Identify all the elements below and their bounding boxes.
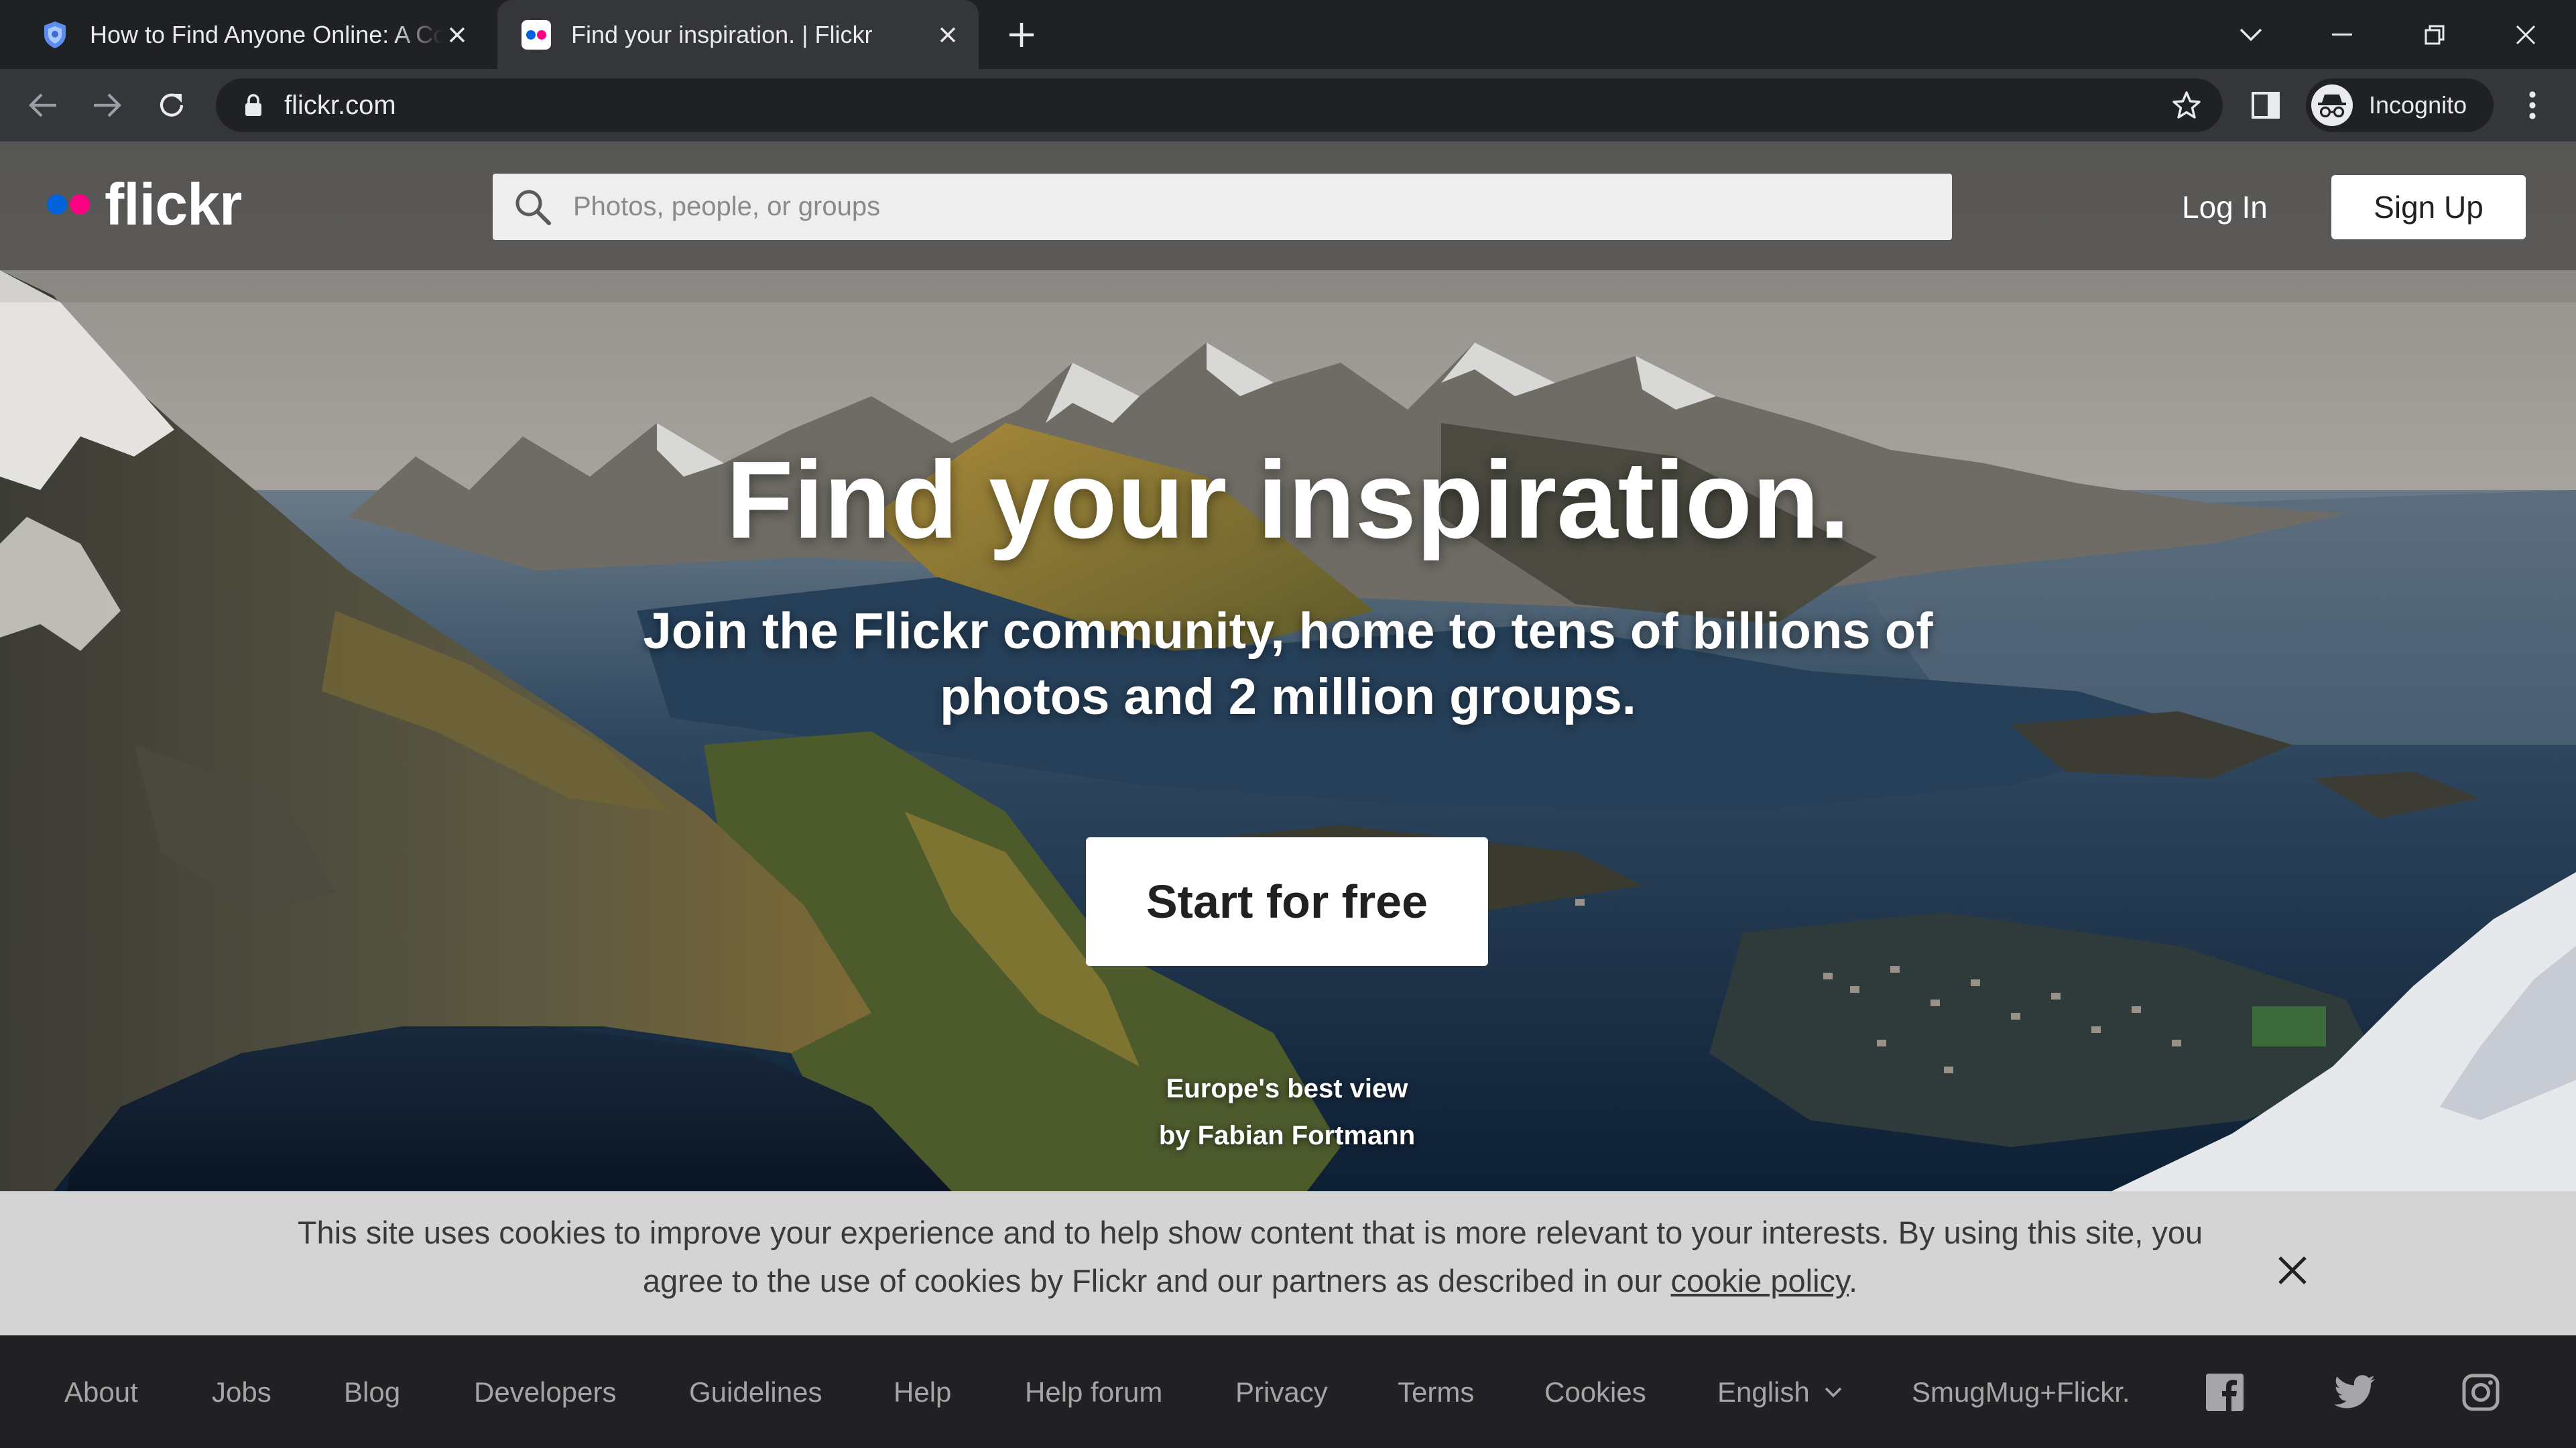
footer-link-about[interactable]: About [64,1374,138,1410]
incognito-icon [2311,84,2353,126]
close-tab-icon[interactable] [933,20,963,50]
tab-search-chevron-icon[interactable] [2229,13,2272,56]
close-window-icon[interactable] [2504,13,2547,56]
browser-tab-strip: How to Find Anyone Online: A Co Find you… [0,0,2576,69]
footer-link-help-forum[interactable]: Help forum [1025,1374,1162,1410]
start-for-free-button[interactable]: Start for free [1086,837,1488,966]
hero-subline-line-2: photos and 2 million groups. [940,668,1636,725]
cookie-policy-link[interactable]: cookie policy [1670,1263,1849,1299]
lock-icon [240,93,267,117]
hero-subline-line-1: Join the Flickr community, home to tens … [643,603,1933,660]
url-text: flickr.com [284,90,396,120]
site-footer: About Jobs Blog Developers Guidelines He… [0,1335,2576,1448]
login-link[interactable]: Log In [2182,186,2268,229]
photo-author[interactable]: by Fabian Fortmann [1005,1112,1569,1159]
address-bar[interactable]: flickr.com [216,78,2223,132]
cookie-text: This site uses cookies to improve your e… [297,1215,2203,1299]
site-header: flickr Log In Sign Up [0,141,2576,270]
signup-button[interactable]: Sign Up [2331,175,2526,239]
close-tab-icon[interactable] [442,20,472,50]
instagram-icon[interactable] [2460,1372,2502,1413]
footer-link-blog[interactable]: Blog [344,1374,400,1410]
shield-icon [40,20,70,50]
flickr-logo[interactable]: flickr [47,171,242,237]
back-arrow-icon[interactable] [23,85,63,125]
footer-link-smugmug[interactable]: SmugMug+Flickr. [1912,1374,2130,1410]
logo-wordmark: flickr [105,171,242,237]
language-label: English [1717,1376,1810,1408]
search-input[interactable] [572,191,1845,223]
footer-link-cookies[interactable]: Cookies [1544,1374,1646,1410]
flickr-dots-icon [522,19,551,50]
forward-arrow-icon[interactable] [87,85,127,125]
hero-section: flickr Log In Sign Up Find your inspirat… [0,141,2576,1191]
search-box[interactable] [493,174,1952,240]
footer-link-help[interactable]: Help [894,1374,951,1410]
close-cookie-banner-icon[interactable] [2272,1250,2313,1290]
tab-title: How to Find Anyone Online: A Co [90,20,442,48]
logo-blue-dot [47,194,67,215]
new-tab-plus-icon[interactable] [1005,19,1038,51]
tab-title: Find your inspiration. | Flickr [571,20,873,48]
footer-link-developers[interactable]: Developers [474,1374,616,1410]
restore-window-icon[interactable] [2413,13,2456,56]
minimize-icon[interactable] [2321,13,2364,56]
hero-headline: Find your inspiration. [726,438,1850,561]
cookie-message: This site uses cookies to improve your e… [268,1209,2232,1305]
side-panel-icon[interactable] [2247,86,2284,124]
incognito-label: Incognito [2369,91,2467,119]
browser-toolbar: flickr.com Incognito [0,69,2576,141]
reload-icon[interactable] [151,85,192,125]
cookie-banner: This site uses cookies to improve your e… [0,1191,2576,1335]
chevron-down-icon [1825,1387,1842,1398]
bookmark-star-icon[interactable] [2172,90,2201,120]
tab-how-to-find-anyone[interactable]: How to Find Anyone Online: A Co [0,0,488,69]
footer-link-terms[interactable]: Terms [1398,1374,1474,1410]
incognito-profile-button[interactable]: Incognito [2306,78,2494,132]
tab-flickr[interactable]: Find your inspiration. | Flickr [497,0,979,69]
footer-link-jobs[interactable]: Jobs [212,1374,271,1410]
photo-credit[interactable]: Europe's best view by Fabian Fortmann [1005,1065,1569,1159]
flickr-page: flickr Log In Sign Up Find your inspirat… [0,141,2576,1448]
facebook-icon[interactable] [2204,1372,2246,1413]
browser-menu-icon[interactable] [2512,85,2553,125]
hero-subline: Join the Flickr community, home to tens … [630,599,1946,730]
language-selector[interactable]: English [1717,1374,1842,1410]
cookie-text-end: . [1849,1263,1858,1299]
twitter-icon[interactable] [2334,1372,2376,1413]
footer-link-guidelines[interactable]: Guidelines [689,1374,822,1410]
search-icon [513,187,553,227]
photo-title[interactable]: Europe's best view [1005,1065,1569,1112]
footer-link-privacy[interactable]: Privacy [1235,1374,1328,1410]
logo-pink-dot [70,194,90,215]
